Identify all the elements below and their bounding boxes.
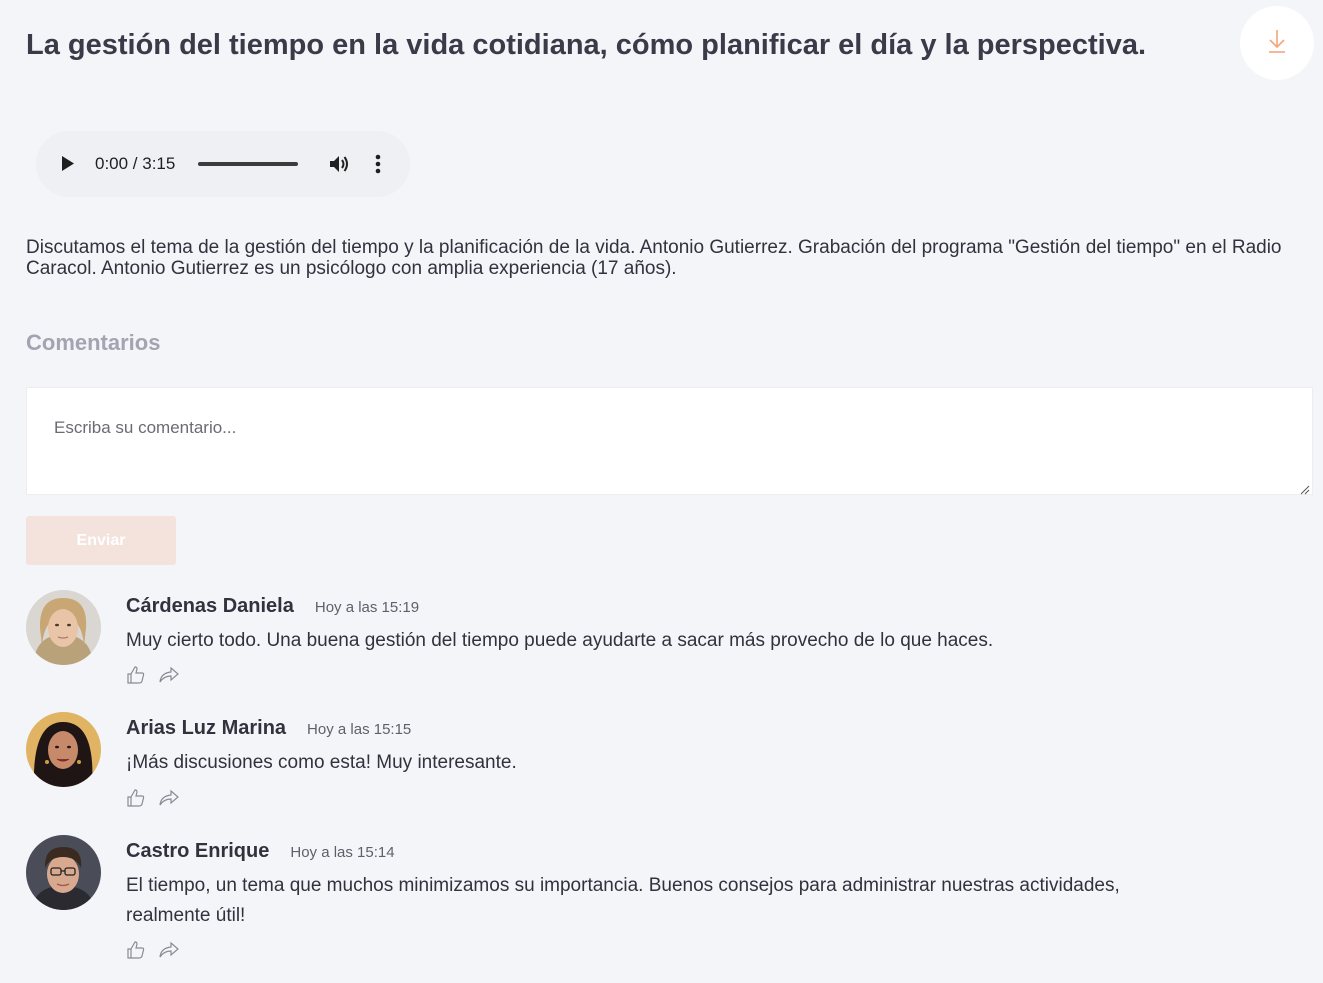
avatar: [26, 712, 101, 787]
comment-text: ¡Más discusiones como esta! Muy interesa…: [126, 752, 517, 773]
audio-player: 0:00 / 3:15: [36, 131, 410, 197]
avatar: [26, 835, 101, 910]
thumbs-up-icon[interactable]: [126, 665, 146, 690]
episode-description: Discutamos el tema de la gestión del tie…: [26, 237, 1282, 279]
more-vertical-icon[interactable]: [374, 153, 382, 180]
play-icon[interactable]: [61, 155, 75, 177]
comment-timestamp: Hoy a las 15:14: [290, 844, 395, 861]
comment-actions: [126, 665, 180, 690]
comment-input[interactable]: [26, 387, 1313, 495]
audio-progress-slider[interactable]: [198, 162, 298, 166]
share-icon[interactable]: [158, 665, 180, 690]
audio-time: 0:00 / 3:15: [95, 154, 176, 173]
comment-meta: Cárdenas Daniela Hoy a las 15:19: [126, 595, 419, 618]
page-title: La gestión del tiempo en la vida cotidia…: [26, 29, 1147, 61]
avatar: [26, 590, 101, 665]
comment-actions: [126, 788, 180, 813]
comment-author[interactable]: Arias Luz Marina: [126, 717, 286, 739]
thumbs-up-icon[interactable]: [126, 940, 146, 965]
comment-author[interactable]: Castro Enrique: [126, 840, 269, 862]
comment-text: El tiempo, un tema que muchos minimizamo…: [126, 875, 1120, 926]
send-button[interactable]: Enviar: [26, 516, 176, 565]
share-icon[interactable]: [158, 940, 180, 965]
thumbs-up-icon[interactable]: [126, 788, 146, 813]
comment-timestamp: Hoy a las 15:19: [314, 599, 420, 616]
comments-heading: Comentarios: [26, 330, 161, 355]
comment-meta: Arias Luz Marina Hoy a las 15:15: [126, 717, 411, 740]
comment-actions: [126, 940, 180, 965]
comment-text: Muy cierto todo. Una buena gestión del t…: [126, 630, 994, 651]
comment-timestamp: Hoy a las 15:15: [307, 721, 412, 738]
comment-author[interactable]: Cárdenas Daniela: [126, 595, 294, 617]
download-arrow-icon: [1266, 28, 1288, 59]
comment-meta: Castro Enrique Hoy a las 15:14: [126, 840, 395, 863]
volume-icon[interactable]: [328, 153, 350, 180]
share-icon[interactable]: [158, 788, 180, 813]
download-button[interactable]: [1240, 6, 1314, 80]
